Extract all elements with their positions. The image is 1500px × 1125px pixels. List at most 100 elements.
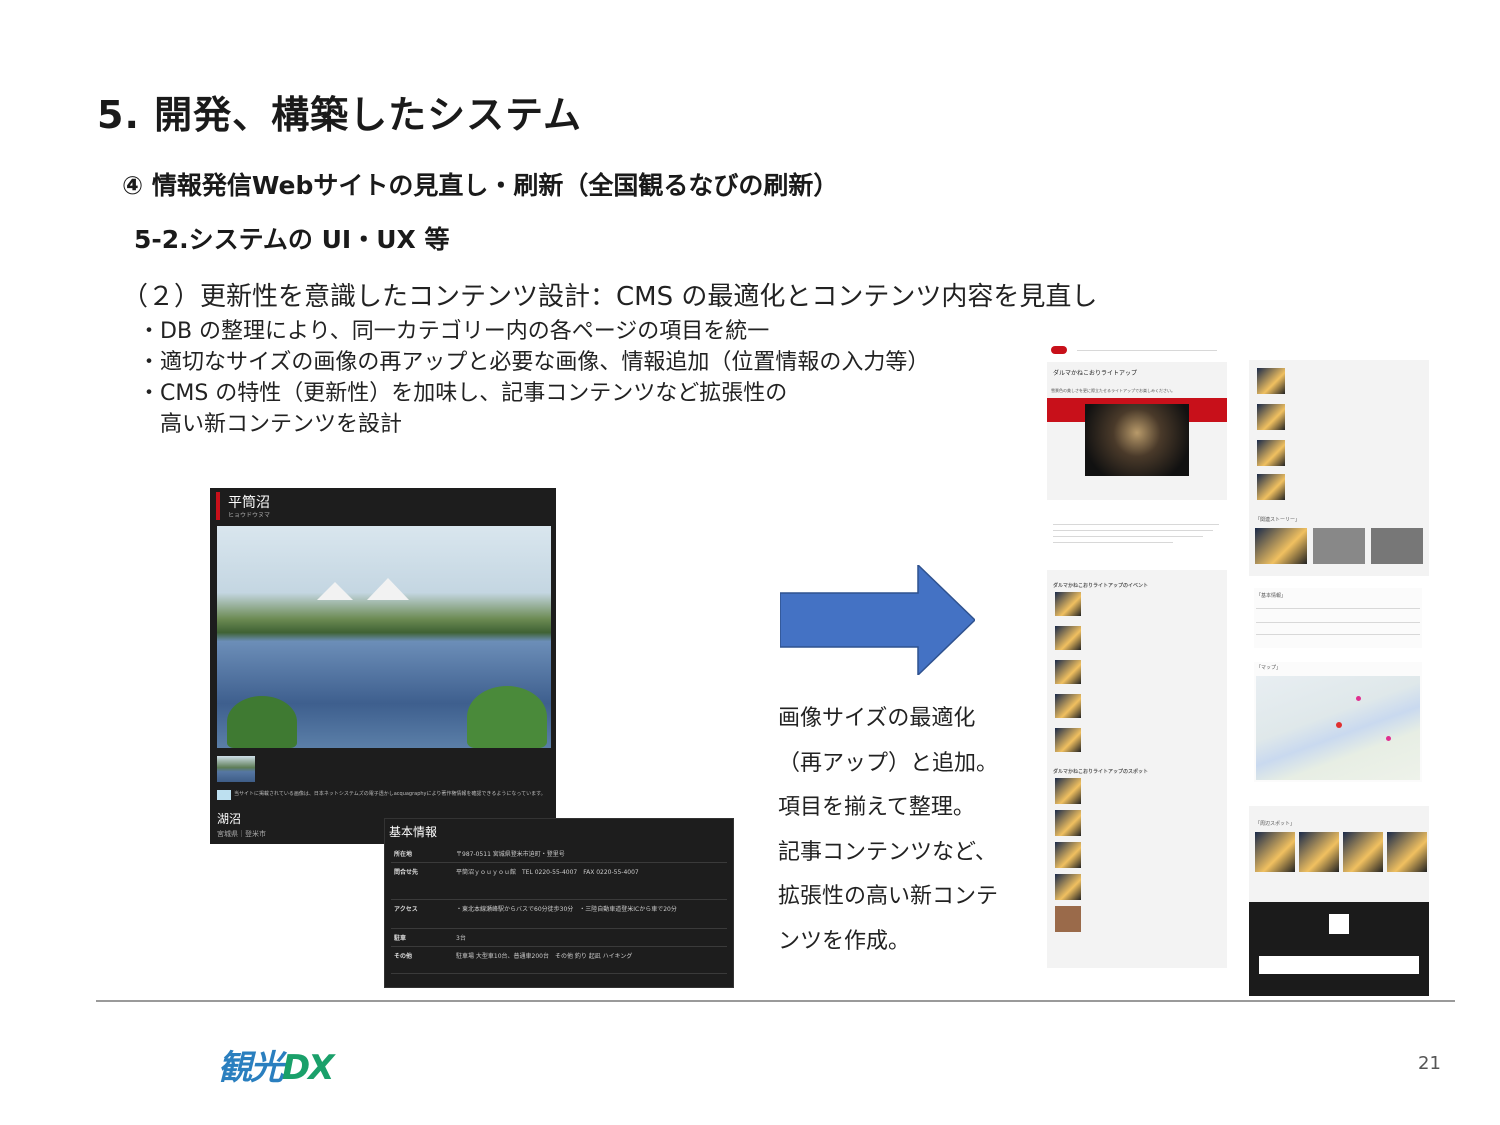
bullet-item: 高い新コンテンツを設計: [138, 412, 403, 437]
watermark-icon: [217, 790, 231, 800]
caption-line: ンツを作成。: [778, 928, 911, 954]
map-heading: 「マップ」: [1256, 665, 1282, 671]
nearby-heading: 「周辺スポット」: [1255, 821, 1296, 827]
caption-line: （再アップ）と追加。: [778, 750, 999, 776]
bullet-item: ・DB の整理により、同一カテゴリー内の各ページの項目を統一: [138, 319, 770, 344]
caption-line: 項目を揃えて整理。: [778, 795, 975, 820]
spot-thumb: [1055, 842, 1081, 868]
hero-photo: [1085, 404, 1189, 476]
lake-photo: [217, 526, 551, 748]
event-thumb: [1055, 626, 1081, 650]
nearby-thumb: [1255, 832, 1295, 872]
slide-subtitle: ④ 情報発信Webサイトの見直し・刷新（全国観るなびの刷新）: [122, 171, 839, 200]
event-thumb: [1055, 694, 1081, 718]
footer-button[interactable]: [1259, 956, 1419, 974]
article-body: [1047, 500, 1227, 570]
section-subtitle: 5-2.システムの UI・UX 等: [134, 225, 450, 254]
map-pin-icon[interactable]: [1356, 696, 1361, 701]
row-divider: [1256, 634, 1420, 635]
new-site-footer-screenshot: 「周辺スポット」: [1249, 806, 1429, 996]
tree-shape: [467, 686, 547, 748]
kanko-dx-logo: 観光DX: [218, 1040, 334, 1089]
nearby-thumb: [1343, 832, 1383, 872]
old-category: 湖沼: [217, 812, 242, 826]
slide-title: 5. 開発、構築したシステム: [97, 93, 582, 137]
map-view[interactable]: [1256, 676, 1420, 780]
story-thumb: [1257, 404, 1285, 430]
building-shape: [367, 578, 409, 600]
nearby-thumb: [1299, 832, 1339, 872]
bullet-item: ・CMS の特性（更新性）を加味し、記事コンテンツなど拡張性の: [138, 381, 788, 406]
old-basic-info-panel: 基本情報 所在地 〒987-0511 宮城県登米市迫町・登里号 問合せ先 平筒沼…: [384, 818, 734, 988]
spot-thumb: [1055, 906, 1081, 932]
basic-info-title: 基本情報: [389, 825, 438, 839]
related-card: [1371, 528, 1423, 564]
page-number: 21: [1418, 1053, 1441, 1074]
site-logo-icon: [1051, 346, 1067, 354]
basic-heading: 「基本情報」: [1256, 593, 1287, 599]
caption-line: 画像サイズの最適化: [778, 706, 976, 731]
text-line: [1053, 530, 1213, 531]
bullet-list: ・DB の整理により、同一カテゴリー内の各ページの項目を統一 ・適切なサイズの画…: [138, 316, 929, 440]
footer-logo-icon: [1329, 914, 1349, 934]
row-value: 3台: [453, 928, 727, 947]
text-line: [1053, 524, 1219, 525]
row-key: アクセス: [391, 899, 453, 929]
spot-thumb: [1055, 874, 1081, 900]
caption-text: 画像サイズの最適化 （再アップ）と追加。 項目を揃えて整理。 記事コンテンツなど…: [778, 697, 998, 964]
caption-line: 記事コンテンツなど、: [778, 839, 997, 865]
new-site-related-screenshot: 「関連ストーリー」: [1249, 360, 1429, 576]
photo-note: 当サイトに掲載されている画像は、日本ネットシステムズの電子透かしacquagra…: [234, 791, 546, 797]
text-line: [1053, 542, 1173, 543]
related-card: [1255, 528, 1307, 564]
new-site-article-screenshot: ダルマかねこおりライトアップ 雪景色の美しさを更に際立たせるライトアップでお楽し…: [1047, 340, 1227, 968]
section-heading: （２）更新性を意識したコンテンツ設計：CMS の最適化とコンテンツ内容を見直し: [122, 282, 1098, 312]
event-thumb: [1055, 592, 1081, 616]
map-pin-icon[interactable]: [1336, 722, 1342, 728]
footer-divider: [96, 1000, 1455, 1002]
row-divider: [1256, 622, 1420, 623]
logo-text: DX: [282, 1048, 334, 1088]
row-divider: [1256, 608, 1420, 609]
row-value: 〒987-0511 宮城県登米市迫町・登里号: [453, 845, 727, 863]
text-line: [1053, 536, 1203, 537]
old-place-name: 平筒沼: [228, 495, 270, 511]
spots-heading: ダルマかねこおりライトアップのスポット: [1053, 769, 1149, 775]
spot-thumb: [1055, 778, 1081, 804]
table-row: アクセス ・東北本線瀬峰駅からバスで60分徒歩30分 ・三陸自動車道登米ICから…: [391, 899, 727, 929]
basic-info-table: 所在地 〒987-0511 宮城県登米市迫町・登里号 問合せ先 平筒沼ｙｏｕｙｏ…: [391, 845, 727, 974]
nearby-thumb: [1387, 832, 1427, 872]
row-key: 駐車: [391, 928, 453, 947]
building-shape: [317, 582, 353, 600]
row-key: その他: [391, 946, 453, 974]
table-row: 所在地 〒987-0511 宮城県登米市迫町・登里号: [391, 845, 727, 863]
old-prefecture: 宮城県｜登米市: [217, 830, 266, 838]
story-thumb: [1257, 440, 1285, 466]
event-thumb: [1055, 660, 1081, 684]
row-key: 問合せ先: [391, 862, 453, 900]
nav-line: [1077, 350, 1217, 351]
old-place-kana: ヒョウドウヌマ: [228, 512, 271, 519]
related-card: [1313, 528, 1365, 564]
caption-line: 拡張性の高い新コンテ: [778, 884, 999, 909]
bullet-item: ・適切なサイズの画像の再アップと必要な画像、情報追加（位置情報の入力等）: [138, 350, 930, 375]
related-heading: 「関連ストーリー」: [1255, 517, 1301, 523]
row-value: 平筒沼ｙｏｕｙｏｕ館 TEL 0220-55-4007 FAX 0220-55-…: [453, 862, 727, 900]
photo-thumbnail: [217, 756, 255, 782]
new-site-map: 「マップ」: [1254, 662, 1422, 782]
article-lead: 雪景色の美しさを更に際立たせるライトアップでお楽しみください。: [1051, 388, 1175, 393]
events-heading: ダルマかねこおりライトアップのイベント: [1053, 583, 1149, 589]
event-thumb: [1055, 728, 1081, 752]
old-site-screenshot: 平筒沼 ヒョウドウヌマ 当サイトに掲載されている画像は、日本ネットシステムズの電…: [210, 488, 556, 844]
table-row: 問合せ先 平筒沼ｙｏｕｙｏｕ館 TEL 0220-55-4007 FAX 022…: [391, 862, 727, 900]
row-value: ・東北本線瀬峰駅からバスで60分徒歩30分 ・三陸自動車道登米ICから車で20分: [453, 899, 727, 929]
article-title: ダルマかねこおりライトアップ: [1053, 370, 1138, 377]
map-pin-icon[interactable]: [1386, 736, 1391, 741]
row-key: 所在地: [391, 845, 453, 863]
spot-thumb: [1055, 810, 1081, 836]
story-thumb: [1257, 368, 1285, 394]
title-accent-bar: [216, 492, 220, 520]
site-header: [1047, 340, 1227, 362]
table-row: 駐車 3台: [391, 928, 727, 947]
right-arrow-icon: [780, 565, 975, 675]
